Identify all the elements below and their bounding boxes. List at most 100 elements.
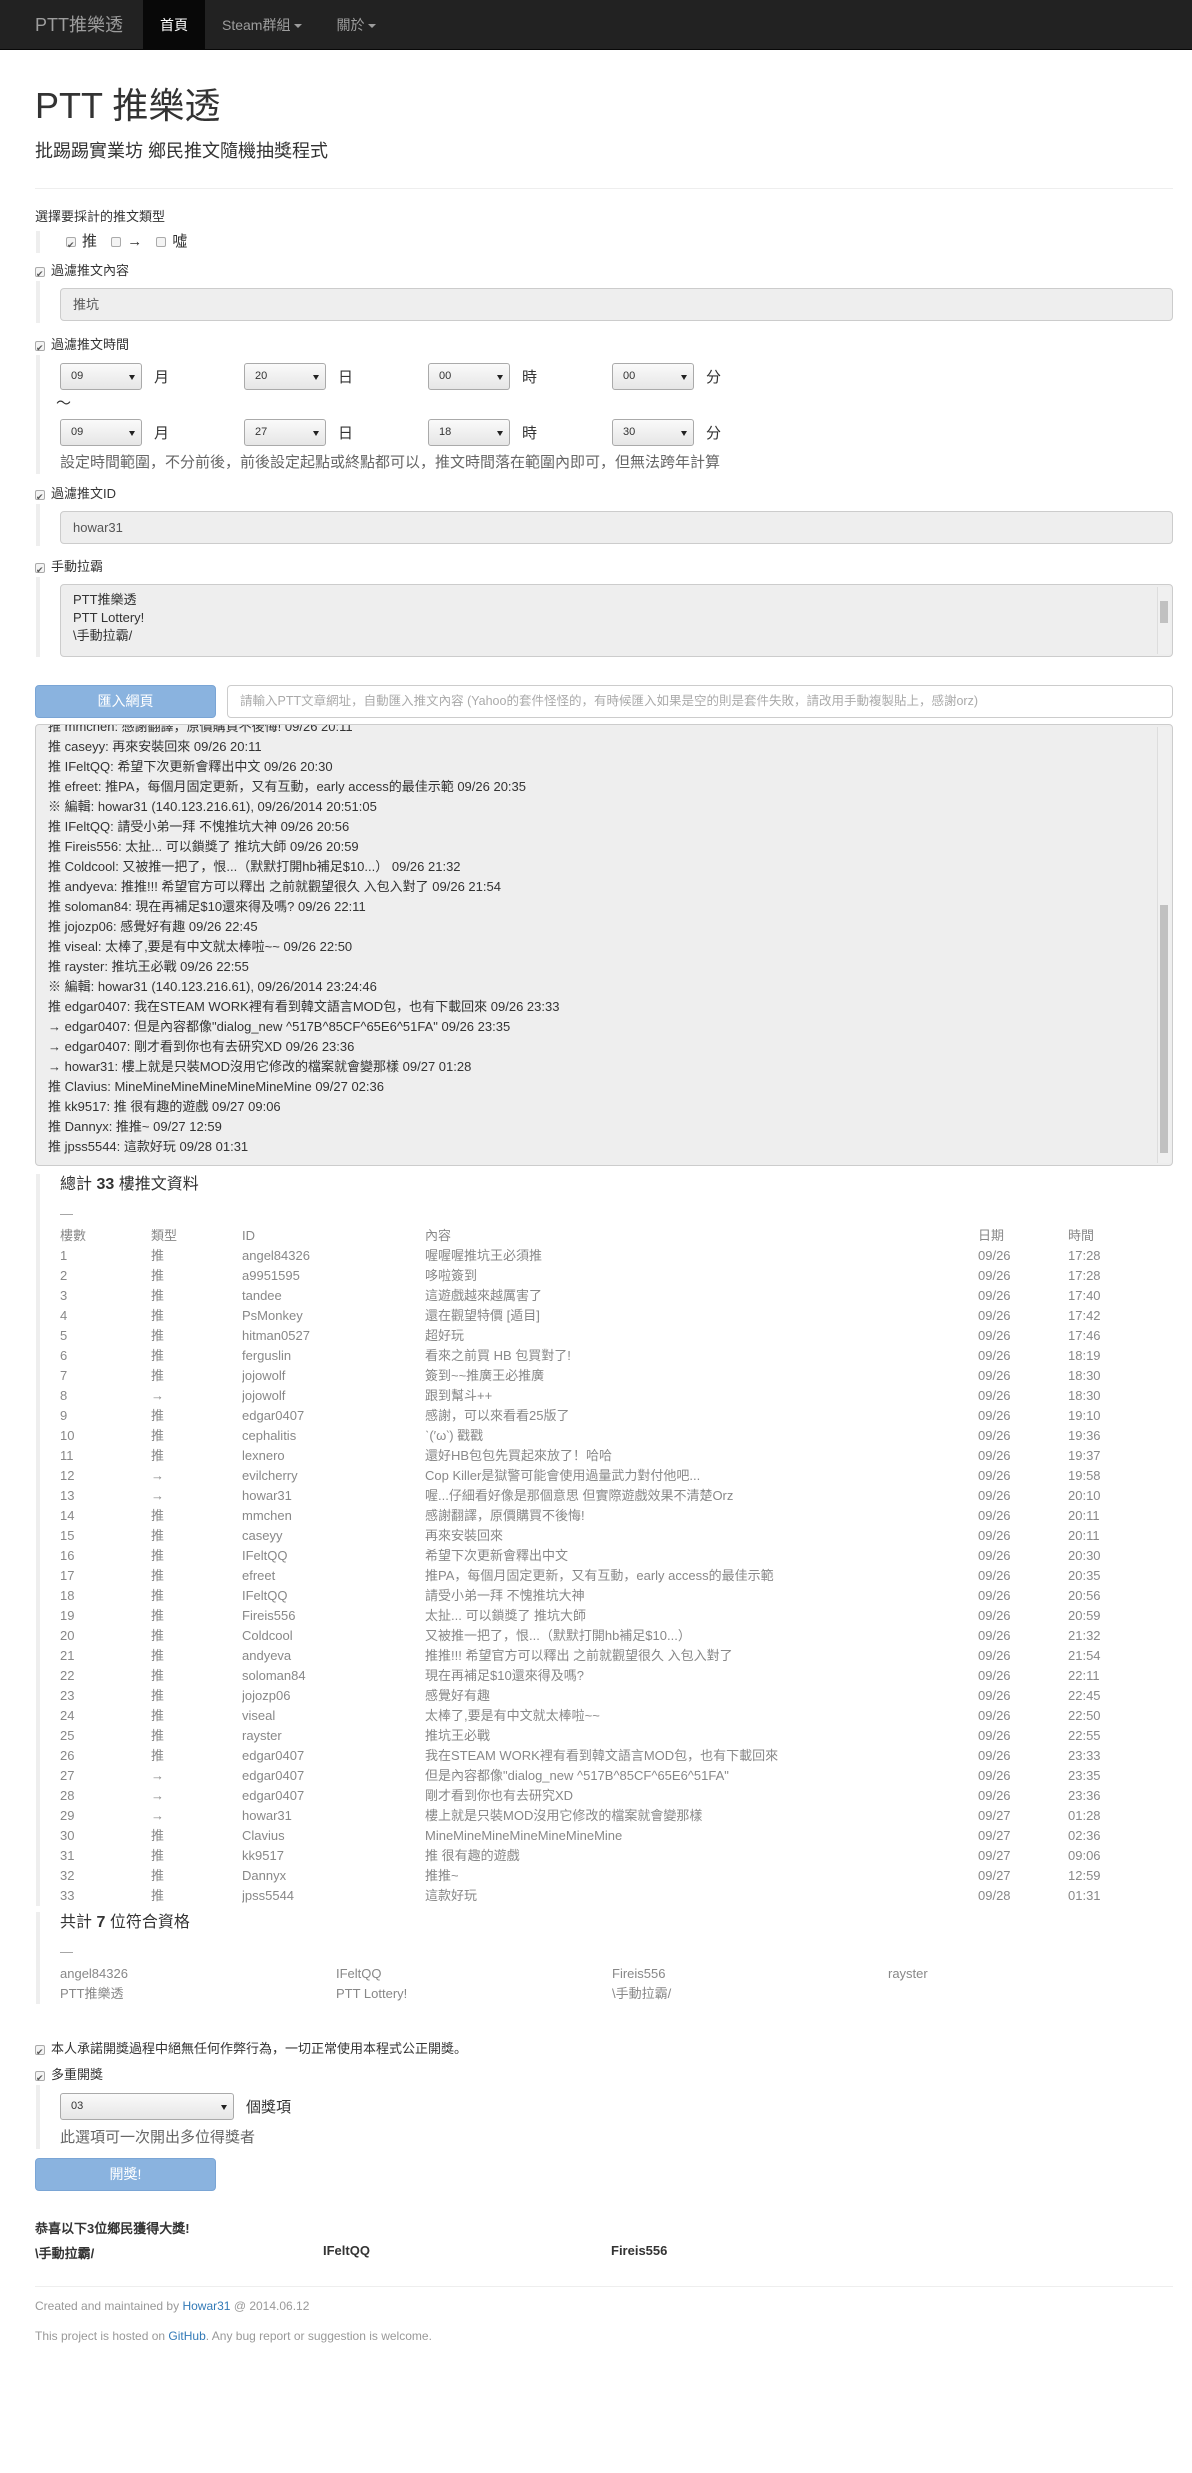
id-cell: jojozp06 [242, 1688, 291, 1703]
date-cell: 09/26 [978, 1528, 1011, 1543]
comment-line: 推 jojozp06: 感覺好有趣 09/26 22:45 [48, 919, 258, 934]
header-type: 類型 [151, 1228, 178, 1243]
end-minute-select[interactable]: 30 [612, 418, 694, 446]
comments-textarea[interactable]: 推 mmchen: 感謝翻譯，原價購買不後悔! 09/26 20:11 推 cas… [35, 724, 1173, 1166]
id-cell: kk9517 [242, 1848, 284, 1863]
content-cell: 看來之前買 HB 包買對了! [425, 1348, 571, 1363]
push-type-checkbox-boo[interactable] [156, 237, 167, 248]
nav-home[interactable]: 首頁 [143, 0, 205, 50]
comment-line: → howar31: 樓上就是只裝MOD沒用它修改的檔案就會變那樣 09/27 … [48, 1059, 472, 1074]
navbar: PTT推樂透 首頁 Steam群組 關於 [0, 0, 1192, 50]
end-month-select[interactable]: 09 [60, 418, 142, 446]
pledge-row: 本人承諾開獎過程中絕無任何作弊行為，一切正常使用本程式公正開獎。 [35, 2039, 1173, 2062]
date-cell: 09/26 [978, 1348, 1011, 1363]
type-cell: 推 [151, 1348, 165, 1363]
comments-scrollbar[interactable] [1157, 727, 1170, 1163]
comment-line: 推 caseyy: 再來安裝回來 09/26 20:11 [48, 739, 262, 754]
manual-scrollbar[interactable] [1157, 587, 1170, 654]
summary-heading: 總計 33 樓推文資料 [60, 1174, 1173, 1196]
content-cell: 跟到幫斗++ [425, 1388, 493, 1403]
id-cell: IFeltQQ [242, 1588, 288, 1603]
import-button[interactable]: 匯入網頁 [35, 685, 216, 718]
start-minute-select[interactable]: 00 [612, 362, 694, 390]
nav-about[interactable]: 關於 [319, 0, 393, 50]
draw-button[interactable]: 開獎! [35, 2158, 216, 2191]
type-cell: 推 [151, 1608, 165, 1623]
pledge-checkbox[interactable] [35, 2042, 45, 2062]
table-row: 4 推 PsMonkey 還在觀望特價 [遁目] 09/26 17:42 [60, 1306, 1173, 1326]
manual-textarea[interactable]: PTT推樂透 PTT Lottery! \手動拉霸/ [60, 584, 1173, 657]
filter-id-checkbox[interactable] [35, 487, 45, 507]
content-cell: 再來安裝回來 [425, 1528, 504, 1543]
import-row: 匯入網頁 請輸入PTT文章網址，自動匯入推文內容 (Yahoo的套件怪怪的，有時… [35, 685, 1173, 718]
url-input[interactable]: 請輸入PTT文章網址，自動匯入推文內容 (Yahoo的套件怪怪的，有時候匯入如果… [227, 685, 1173, 718]
type-cell: 推 [151, 1528, 165, 1543]
comment-line: ※ 編輯: howar31 (140.123.216.61), 09/26/20… [48, 979, 377, 994]
header-floor: 樓數 [60, 1228, 87, 1243]
push-type-checkbox-arrow[interactable] [111, 237, 122, 248]
content-cell: 還在觀望特價 [遁目] [425, 1308, 540, 1323]
content-cell: 這款好玩 [425, 1888, 478, 1903]
time-cell: 20:11 [1068, 1528, 1100, 1543]
table-row: 6 推 ferguslin 看來之前買 HB 包買對了! 09/26 18:19 [60, 1346, 1173, 1366]
multi-checkbox[interactable] [35, 2068, 45, 2088]
date-cell: 09/26 [978, 1308, 1011, 1323]
id-cell: viseal [242, 1708, 276, 1723]
table-row: 12 → evilcherry Cop Killer是獄警可能會使用過量武力對付他吧.… [60, 1466, 1173, 1486]
date-cell: 09/26 [978, 1548, 1011, 1563]
date-cell: 09/26 [978, 1768, 1011, 1783]
multi-count-select[interactable]: 03 [60, 2092, 234, 2120]
filter-content-checkbox[interactable] [35, 264, 45, 284]
id-cell: jojowolf [242, 1388, 286, 1403]
filter-time-group: 09 月 20 日 00 時 00 分 ～ 09 月 27 日 18 時 30 分 設定時間範圍… [36, 355, 1173, 474]
manual-checkbox[interactable] [35, 560, 45, 580]
floor-cell: 29 [60, 1808, 75, 1823]
end-day-select[interactable]: 27 [244, 418, 326, 446]
floor-cell: 16 [60, 1548, 75, 1563]
time-cell: 19:58 [1068, 1468, 1101, 1483]
start-hour-select[interactable]: 00 [428, 362, 510, 390]
floor-cell: 7 [60, 1368, 68, 1383]
push-type-checkbox-push[interactable] [66, 234, 76, 256]
comment-line: 推 Fireis556: 太扯... 可以鎖獎了 推坑大師 09/26 20:5… [48, 839, 359, 854]
type-cell: 推 [151, 1268, 165, 1283]
type-cell: 推 [151, 1588, 165, 1603]
start-month-select[interactable]: 09 [60, 362, 142, 390]
end-hour-select[interactable]: 18 [428, 418, 510, 446]
type-cell: → [151, 1488, 164, 1503]
content-cell: 推 很有趣的遊戲 [425, 1848, 520, 1863]
date-cell: 09/26 [978, 1568, 1011, 1583]
start-day-select[interactable]: 20 [244, 362, 326, 390]
table-row: 7 推 jojowolf 簽到~~推廣王必推廣 09/26 18:30 [60, 1366, 1173, 1386]
time-cell: 22:11 [1068, 1668, 1100, 1683]
push-type-group: 推 → 噓 [36, 231, 1173, 256]
id-cell: andyeva [242, 1648, 292, 1663]
content-cell: 超好玩 [425, 1328, 465, 1343]
github-link[interactable]: GitHub [168, 2329, 205, 2343]
table-row: 17 推 efreet 推PA，每個月固定更新，又有互動，early access的最… [60, 1566, 1173, 1586]
date-cell: 09/27 [978, 1868, 1011, 1883]
table-row: 27 → edgar0407 但是內容都像"dialog_new ^517B^85CF… [60, 1766, 1173, 1786]
footer: Created and maintained by Howar31 @ 2014… [35, 2297, 1173, 2345]
date-cell: 09/26 [978, 1468, 1011, 1483]
comment-line: 推 andyeva: 推推!!! 希望官方可以釋出 之前就觀望很久 入包入對了 … [48, 879, 501, 894]
author-link[interactable]: Howar31 [182, 2299, 230, 2313]
floor-cell: 8 [60, 1388, 68, 1403]
content-cell: Cop Killer是獄警可能會使用過量武力對付他吧... [425, 1468, 701, 1483]
nav-steam-group[interactable]: Steam群組 [205, 0, 319, 50]
content-cell: 推坑王必戰 [425, 1728, 491, 1743]
table-row: 3 推 tandee 這遊戲越來越厲害了 09/26 17:40 [60, 1286, 1173, 1306]
qualified-dash: — [60, 1944, 73, 1959]
filter-content-input[interactable]: 推坑 [60, 288, 1173, 321]
brand-link[interactable]: PTT推樂透 [0, 0, 143, 50]
table-row: 26 推 edgar0407 我在STEAM WORK裡有看到韓文語言MOD包，也有下… [60, 1746, 1173, 1766]
filter-time-checkbox[interactable] [35, 338, 45, 358]
type-cell: 推 [151, 1368, 165, 1383]
header-date: 日期 [978, 1228, 1005, 1243]
content-cell: 這遊戲越來越厲害了 [425, 1288, 543, 1303]
filter-id-input[interactable]: howar31 [60, 511, 1173, 544]
date-cell: 09/27 [978, 1828, 1011, 1843]
summary-group: 總計 33 樓推文資料 — 樓數 類型 ID 內容 日期 時間 1 推 angel8… [36, 1174, 1173, 1906]
time-cell: 17:40 [1068, 1288, 1101, 1303]
comment-line: 推 Dannyx: 推推~ 09/27 12:59 [48, 1119, 222, 1134]
